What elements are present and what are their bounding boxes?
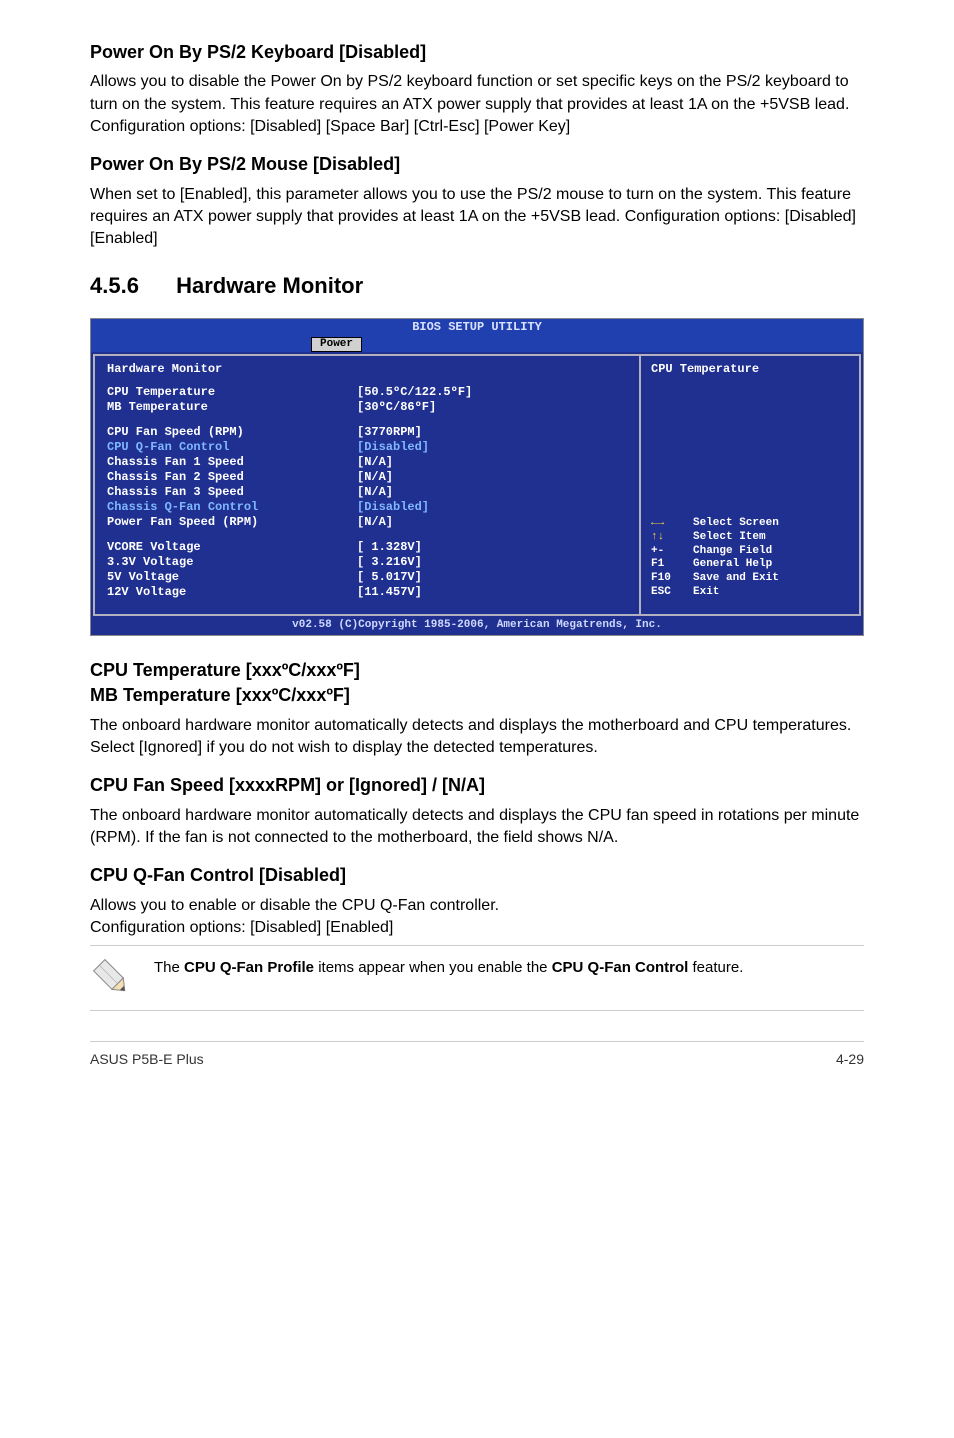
body-text: The onboard hardware monitor automatical… bbox=[90, 805, 864, 850]
legend-row: ↑↓ Select Item bbox=[651, 531, 851, 545]
bios-row-label: 5V Voltage bbox=[107, 570, 357, 585]
legend-key: ↑↓ bbox=[651, 531, 693, 545]
legend-text: General Help bbox=[693, 558, 772, 572]
legend-key: ESC bbox=[651, 586, 693, 600]
bios-row-value: [ 3.216V] bbox=[357, 555, 422, 570]
bios-tabbar: Power bbox=[91, 336, 863, 352]
bios-row-label: MB Temperature bbox=[107, 400, 357, 415]
text: feature. bbox=[688, 959, 743, 976]
heading-cpu-fan-speed: CPU Fan Speed [xxxxRPM] or [Ignored] / [… bbox=[90, 773, 864, 798]
bios-row[interactable]: 12V Voltage [11.457V] bbox=[107, 585, 627, 600]
bios-row[interactable]: CPU Q-Fan Control [Disabled] bbox=[107, 440, 627, 455]
bios-row[interactable]: Chassis Fan 1 Speed [N/A] bbox=[107, 455, 627, 470]
bios-legend: ←→ Select Screen ↑↓ Select Item +- Chang… bbox=[651, 517, 851, 600]
bios-row-label: 12V Voltage bbox=[107, 585, 357, 600]
bios-row-label: CPU Q-Fan Control bbox=[107, 440, 357, 455]
bios-row[interactable]: Chassis Fan 3 Speed [N/A] bbox=[107, 485, 627, 500]
heading-line: MB Temperature [xxxºC/xxxºF] bbox=[90, 685, 350, 705]
bios-row[interactable]: 3.3V Voltage [ 3.216V] bbox=[107, 555, 627, 570]
legend-key: F1 bbox=[651, 558, 693, 572]
bios-left-pane: Hardware Monitor CPU Temperature [50.5ºC… bbox=[95, 356, 639, 614]
bios-row-value: [N/A] bbox=[357, 470, 393, 485]
heading-power-on-keyboard: Power On By PS/2 Keyboard [Disabled] bbox=[90, 40, 864, 65]
bios-tab-power[interactable]: Power bbox=[311, 337, 362, 353]
legend-text: Change Field bbox=[693, 545, 772, 559]
pencil-icon bbox=[90, 956, 134, 1000]
bios-row-label: CPU Fan Speed (RPM) bbox=[107, 425, 357, 440]
legend-row: F1 General Help bbox=[651, 558, 851, 572]
legend-text: Select Screen bbox=[693, 517, 779, 531]
legend-key: F10 bbox=[651, 572, 693, 586]
bios-row-value: [50.5ºC/122.5ºF] bbox=[357, 385, 472, 400]
bios-panel: BIOS SETUP UTILITY Power Hardware Monito… bbox=[90, 318, 864, 637]
bios-row-label: Chassis Q-Fan Control bbox=[107, 500, 357, 515]
bios-row-label: VCORE Voltage bbox=[107, 540, 357, 555]
body-text: Allows you to disable the Power On by PS… bbox=[90, 71, 864, 138]
body-text: The onboard hardware monitor automatical… bbox=[90, 715, 864, 760]
bios-row[interactable]: CPU Fan Speed (RPM) [3770RPM] bbox=[107, 425, 627, 440]
bios-row[interactable]: Power Fan Speed (RPM) [N/A] bbox=[107, 515, 627, 530]
bios-row[interactable]: 5V Voltage [ 5.017V] bbox=[107, 570, 627, 585]
legend-row: +- Change Field bbox=[651, 545, 851, 559]
text: Configuration options: [Disabled] [Space… bbox=[90, 118, 570, 135]
bios-row-value: [N/A] bbox=[357, 485, 393, 500]
bios-row-label: Chassis Fan 2 Speed bbox=[107, 470, 357, 485]
bios-row-label: 3.3V Voltage bbox=[107, 555, 357, 570]
body-text: When set to [Enabled], this parameter al… bbox=[90, 184, 864, 251]
bios-row[interactable]: MB Temperature [30ºC/86ºF] bbox=[107, 400, 627, 415]
legend-key: +- bbox=[651, 545, 693, 559]
section-number: 4.5.6 bbox=[90, 271, 170, 302]
bios-row[interactable]: Chassis Q-Fan Control [Disabled] bbox=[107, 500, 627, 515]
bios-row-label: Chassis Fan 1 Speed bbox=[107, 455, 357, 470]
bios-row-value: [N/A] bbox=[357, 455, 393, 470]
bios-row-label: Power Fan Speed (RPM) bbox=[107, 515, 357, 530]
heading-power-on-mouse: Power On By PS/2 Mouse [Disabled] bbox=[90, 152, 864, 177]
note-text: The CPU Q-Fan Profile items appear when … bbox=[154, 956, 743, 978]
heading-line: CPU Temperature [xxxºC/xxxºF] bbox=[90, 660, 360, 680]
bios-row[interactable]: VCORE Voltage [ 1.328V] bbox=[107, 540, 627, 555]
text: Configuration options: [Disabled] [Enabl… bbox=[90, 919, 393, 936]
footer-page-number: 4-29 bbox=[836, 1050, 864, 1070]
body-text: Allows you to enable or disable the CPU … bbox=[90, 895, 864, 940]
text-bold: CPU Q-Fan Profile bbox=[184, 959, 314, 976]
bios-row-value: [ 5.017V] bbox=[357, 570, 422, 585]
bios-row-value: [30ºC/86ºF] bbox=[357, 400, 436, 415]
bios-title: BIOS SETUP UTILITY bbox=[91, 319, 863, 336]
bios-left-header: Hardware Monitor bbox=[107, 362, 627, 377]
text-bold: CPU Q-Fan Control bbox=[552, 959, 689, 976]
section-title: Hardware Monitor bbox=[176, 273, 363, 298]
text: items appear when you enable the bbox=[314, 959, 552, 976]
heading-cpu-mb-temperature: CPU Temperature [xxxºC/xxxºF] MB Tempera… bbox=[90, 658, 864, 708]
text: Allows you to enable or disable the CPU … bbox=[90, 897, 499, 914]
bios-row[interactable]: Chassis Fan 2 Speed [N/A] bbox=[107, 470, 627, 485]
text: Allows you to disable the Power On by PS… bbox=[90, 73, 849, 112]
bios-footer: v02.58 (C)Copyright 1985-2006, American … bbox=[91, 618, 863, 636]
legend-key: ←→ bbox=[651, 517, 693, 531]
bios-row-value: [3770RPM] bbox=[357, 425, 422, 440]
text: The bbox=[154, 959, 184, 976]
heading-hardware-monitor: 4.5.6 Hardware Monitor bbox=[90, 271, 864, 302]
page-footer: ASUS P5B-E Plus 4-29 bbox=[90, 1041, 864, 1070]
bios-row-value: [11.457V] bbox=[357, 585, 422, 600]
bios-inner: Hardware Monitor CPU Temperature [50.5ºC… bbox=[93, 354, 861, 616]
bios-row-value: [Disabled] bbox=[357, 500, 429, 515]
bios-right-pane: CPU Temperature ←→ Select Screen ↑↓ Sele… bbox=[639, 356, 859, 614]
legend-row: ←→ Select Screen bbox=[651, 517, 851, 531]
legend-text: Save and Exit bbox=[693, 572, 779, 586]
bios-row-label: CPU Temperature bbox=[107, 385, 357, 400]
heading-cpu-qfan-control: CPU Q-Fan Control [Disabled] bbox=[90, 863, 864, 888]
bios-row-value: [Disabled] bbox=[357, 440, 429, 455]
bios-help-title: CPU Temperature bbox=[651, 362, 851, 377]
bios-row-value: [N/A] bbox=[357, 515, 393, 530]
footer-left: ASUS P5B-E Plus bbox=[90, 1050, 204, 1070]
bios-row-value: [ 1.328V] bbox=[357, 540, 422, 555]
bios-row[interactable]: CPU Temperature [50.5ºC/122.5ºF] bbox=[107, 385, 627, 400]
bios-row-label: Chassis Fan 3 Speed bbox=[107, 485, 357, 500]
legend-text: Exit bbox=[693, 586, 719, 600]
legend-text: Select Item bbox=[693, 531, 766, 545]
legend-row: ESC Exit bbox=[651, 586, 851, 600]
legend-row: F10 Save and Exit bbox=[651, 572, 851, 586]
note-box: The CPU Q-Fan Profile items appear when … bbox=[90, 945, 864, 1011]
